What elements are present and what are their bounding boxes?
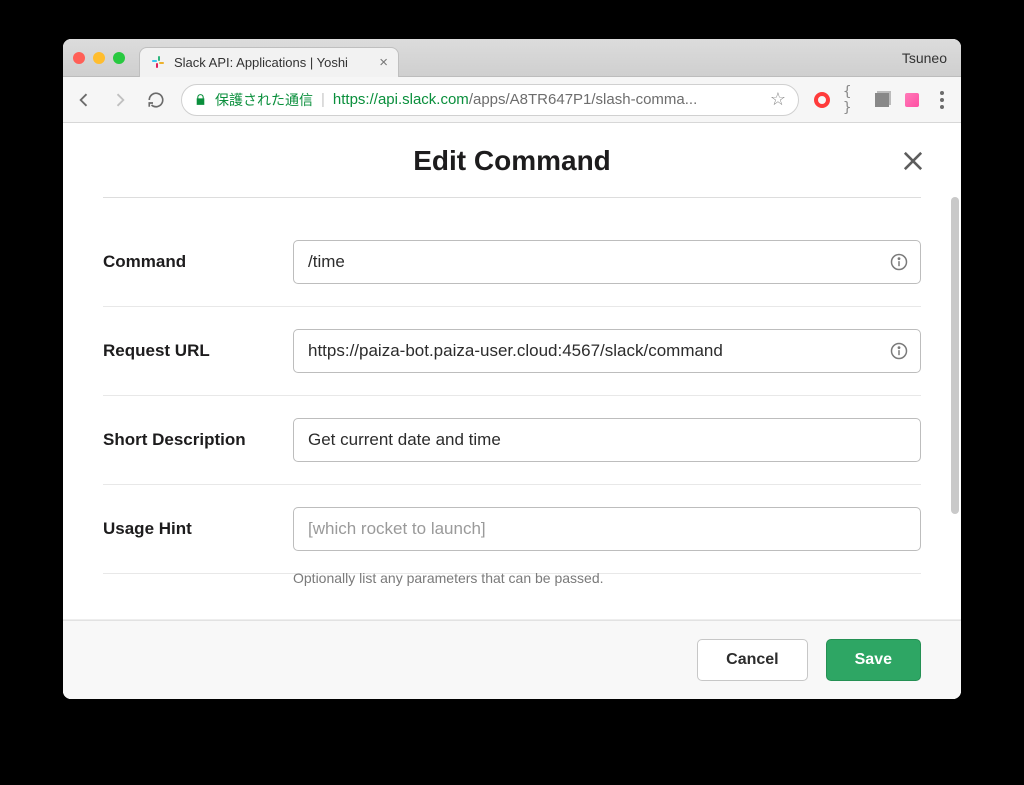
browser-tab[interactable]: Slack API: Applications | Yoshi ×: [139, 47, 399, 77]
extension-icons: { }: [813, 91, 951, 109]
modal-footer: Cancel Save: [63, 620, 961, 699]
cancel-button[interactable]: Cancel: [697, 639, 807, 681]
request-url-label: Request URL: [103, 341, 273, 361]
short-description-label: Short Description: [103, 430, 273, 450]
field-short-description: Short Description: [103, 396, 921, 485]
info-icon[interactable]: [889, 252, 909, 272]
close-icon[interactable]: [899, 147, 927, 175]
slack-favicon-icon: [150, 54, 166, 70]
modal-title: Edit Command: [103, 145, 921, 177]
browser-menu-icon[interactable]: [933, 91, 951, 109]
page-content: Edit Command Command Request URL: [63, 123, 961, 699]
tab-close-icon[interactable]: ×: [379, 55, 388, 70]
bookmark-star-icon[interactable]: ☆: [770, 89, 786, 110]
command-label: Command: [103, 252, 273, 272]
field-command: Command: [103, 218, 921, 307]
info-icon[interactable]: [889, 341, 909, 361]
reload-button[interactable]: [145, 89, 167, 111]
lock-icon: [194, 93, 207, 106]
body-scrollbar[interactable]: [951, 197, 959, 619]
save-button[interactable]: Save: [826, 639, 921, 681]
field-request-url: Request URL: [103, 307, 921, 396]
short-description-input[interactable]: [293, 418, 921, 462]
extension-target-icon[interactable]: [813, 91, 831, 109]
request-url-input[interactable]: [293, 329, 921, 373]
extension-braces-icon[interactable]: { }: [843, 91, 861, 109]
window-traffic-lights: [73, 52, 125, 64]
extension-pink-icon[interactable]: [903, 91, 921, 109]
url-separator: |: [321, 91, 325, 108]
modal-body: Command Request URL Short Description: [63, 197, 961, 620]
browser-toolbar: 保護された通信 | https://api.slack.com/apps/A8T…: [63, 77, 961, 123]
window-minimize-button[interactable]: [93, 52, 105, 64]
secure-label: 保護された通信: [215, 90, 313, 110]
forward-button[interactable]: [109, 89, 131, 111]
window-close-button[interactable]: [73, 52, 85, 64]
usage-hint-helper: Optionally list any parameters that can …: [103, 570, 921, 586]
usage-hint-label: Usage Hint: [103, 519, 273, 539]
address-bar[interactable]: 保護された通信 | https://api.slack.com/apps/A8T…: [181, 84, 799, 116]
extension-stack-icon[interactable]: [873, 91, 891, 109]
field-usage-hint: Usage Hint: [103, 485, 921, 574]
url-text: https://api.slack.com/apps/A8TR647P1/sla…: [333, 91, 762, 108]
back-button[interactable]: [73, 89, 95, 111]
modal-header: Edit Command: [63, 123, 961, 197]
browser-window: Slack API: Applications | Yoshi × Tsuneo…: [63, 39, 961, 699]
usage-hint-input[interactable]: [293, 507, 921, 551]
window-zoom-button[interactable]: [113, 52, 125, 64]
command-input[interactable]: [293, 240, 921, 284]
profile-name[interactable]: Tsuneo: [902, 50, 947, 66]
tab-title: Slack API: Applications | Yoshi: [174, 55, 371, 70]
browser-tabbar: Slack API: Applications | Yoshi × Tsuneo: [63, 39, 961, 77]
